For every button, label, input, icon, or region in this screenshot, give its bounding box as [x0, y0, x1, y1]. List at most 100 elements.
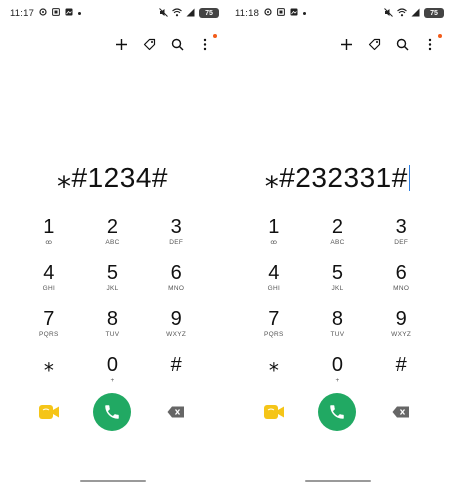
search-icon — [396, 38, 408, 50]
dialer-actions — [242, 391, 433, 433]
key-letters: PQRS — [264, 331, 284, 338]
dialed-number-text: ⁎#1234# — [57, 162, 168, 193]
dialed-number[interactable]: ⁎#232331# — [225, 160, 450, 196]
battery-indicator: 75 — [199, 8, 219, 18]
key-9[interactable]: 9 WXYZ — [144, 305, 208, 351]
battery-indicator: 75 — [424, 8, 444, 18]
add-contact-button[interactable] — [338, 36, 354, 52]
key-letters: DEF — [169, 239, 184, 246]
key-digit: 8 — [106, 308, 119, 330]
key-8[interactable]: 8 TUV — [81, 305, 145, 351]
key-digit: 5 — [331, 262, 344, 284]
dialer-toolbar — [113, 34, 217, 52]
key-9[interactable]: 9 WXYZ — [369, 305, 433, 351]
key-letters: ABC — [330, 239, 345, 246]
key-digit: 4 — [268, 262, 280, 284]
key-digit: 0 — [106, 354, 119, 376]
key-letters: TUV — [330, 331, 345, 338]
keypad: 1ꝏ 2 ABC 3 DEF 4 GHI 5 JKL 6 MNO 7 PQRS 8 TUV 9… — [17, 213, 208, 397]
key-6[interactable]: 6 MNO — [144, 259, 208, 305]
key-letters: DEF — [394, 239, 409, 246]
keypad: 1ꝏ 2 ABC 3 DEF 4 GHI 5 JKL 6 MNO 7 PQRS 8 TUV 9… — [242, 213, 433, 397]
gallery-icon — [290, 8, 298, 18]
key-5[interactable]: 5 JKL — [81, 259, 145, 305]
text-cursor — [408, 165, 411, 191]
gesture-bar[interactable] — [304, 480, 371, 482]
key-letters: GHI — [42, 285, 56, 292]
plus-icon — [115, 38, 127, 50]
key-5[interactable]: 5 JKL — [306, 259, 370, 305]
search-button[interactable] — [394, 36, 410, 52]
search-button[interactable] — [169, 36, 185, 52]
key-7[interactable]: 7 PQRS — [242, 305, 306, 351]
key-digit: 1 — [268, 216, 280, 238]
key-digit: 5 — [106, 262, 119, 284]
key-digit: 2 — [331, 216, 344, 238]
key-digit: 9 — [395, 308, 407, 330]
key-letters: TUV — [105, 331, 120, 338]
dialer-toolbar — [338, 34, 442, 52]
gesture-bar[interactable] — [79, 480, 146, 482]
tag-button[interactable] — [141, 36, 157, 52]
more-options-button[interactable] — [422, 34, 442, 52]
key-letters: WXYZ — [391, 331, 412, 338]
dialer-screen-right: 11:18 75 ⁎#232331# 1 ꝏ 2 ABC 3 DEF 4 GHI… — [225, 0, 450, 488]
key-letters: + — [335, 377, 340, 384]
dialed-number[interactable]: ⁎#1234# — [0, 160, 225, 196]
key-letters: MNO — [168, 285, 185, 292]
key-letters: JKL — [106, 285, 119, 292]
dialer-actions — [17, 391, 208, 433]
key-digit: 6 — [395, 262, 407, 284]
plus-icon — [340, 38, 352, 50]
key-6[interactable]: 6 MNO — [369, 259, 433, 305]
key-2[interactable]: 2 ABC — [81, 213, 145, 259]
key-4[interactable]: 4 GHI — [17, 259, 81, 305]
key-1[interactable]: 1ꝏ — [242, 213, 306, 259]
tag-button[interactable] — [366, 36, 382, 52]
video-call-button[interactable] — [37, 400, 61, 424]
video-call-icon — [263, 405, 284, 419]
backspace-button[interactable] — [389, 400, 413, 424]
more-vertical-icon — [203, 38, 207, 50]
status-bar: 11:18 75 — [235, 5, 444, 21]
dialed-number-text: ⁎#232331# — [264, 162, 408, 193]
key-digit: # — [170, 354, 182, 376]
key-letters: GHI — [267, 285, 281, 292]
key-digit: 6 — [170, 262, 182, 284]
key-3[interactable]: 3 DEF — [369, 213, 433, 259]
key-digit: 2 — [106, 216, 119, 238]
key-7[interactable]: 7 PQRS — [17, 305, 81, 351]
wifi-icon — [172, 7, 182, 19]
backspace-icon — [392, 406, 410, 418]
key-digit: 9 — [170, 308, 182, 330]
backspace-icon — [167, 406, 185, 418]
key-1[interactable]: 1ꝏ — [17, 213, 81, 259]
sync-icon — [264, 8, 272, 18]
badge-dot-icon — [438, 34, 442, 38]
dialer-screen-left: 11:17 75 ⁎#1234# 1 ꝏ 2 ABC 3 DEF 4 GHI 5… — [0, 0, 225, 488]
key-digit: 8 — [331, 308, 344, 330]
screenshot-icon — [52, 8, 60, 18]
key-digit: 4 — [43, 262, 55, 284]
key-digit: 3 — [170, 216, 182, 238]
add-contact-button[interactable] — [113, 36, 129, 52]
key-4[interactable]: 4 GHI — [242, 259, 306, 305]
status-time: 11:17 — [10, 7, 35, 19]
phone-icon — [105, 405, 120, 419]
call-button[interactable] — [93, 393, 132, 431]
backspace-button[interactable] — [164, 400, 188, 424]
key-letters: ABC — [105, 239, 120, 246]
video-call-icon — [38, 405, 59, 419]
voicemail-icon: ꝏ — [45, 239, 53, 246]
status-bar: 11:17 75 — [10, 5, 219, 21]
key-3[interactable]: 3 DEF — [144, 213, 208, 259]
tag-icon — [143, 38, 155, 50]
key-digit: ⁎ — [43, 354, 54, 376]
call-button[interactable] — [318, 393, 357, 431]
video-call-button[interactable] — [262, 400, 286, 424]
badge-dot-icon — [213, 34, 217, 38]
key-2[interactable]: 2 ABC — [306, 213, 370, 259]
key-8[interactable]: 8 TUV — [306, 305, 370, 351]
more-options-button[interactable] — [197, 34, 217, 52]
notification-dot-icon — [78, 11, 82, 15]
